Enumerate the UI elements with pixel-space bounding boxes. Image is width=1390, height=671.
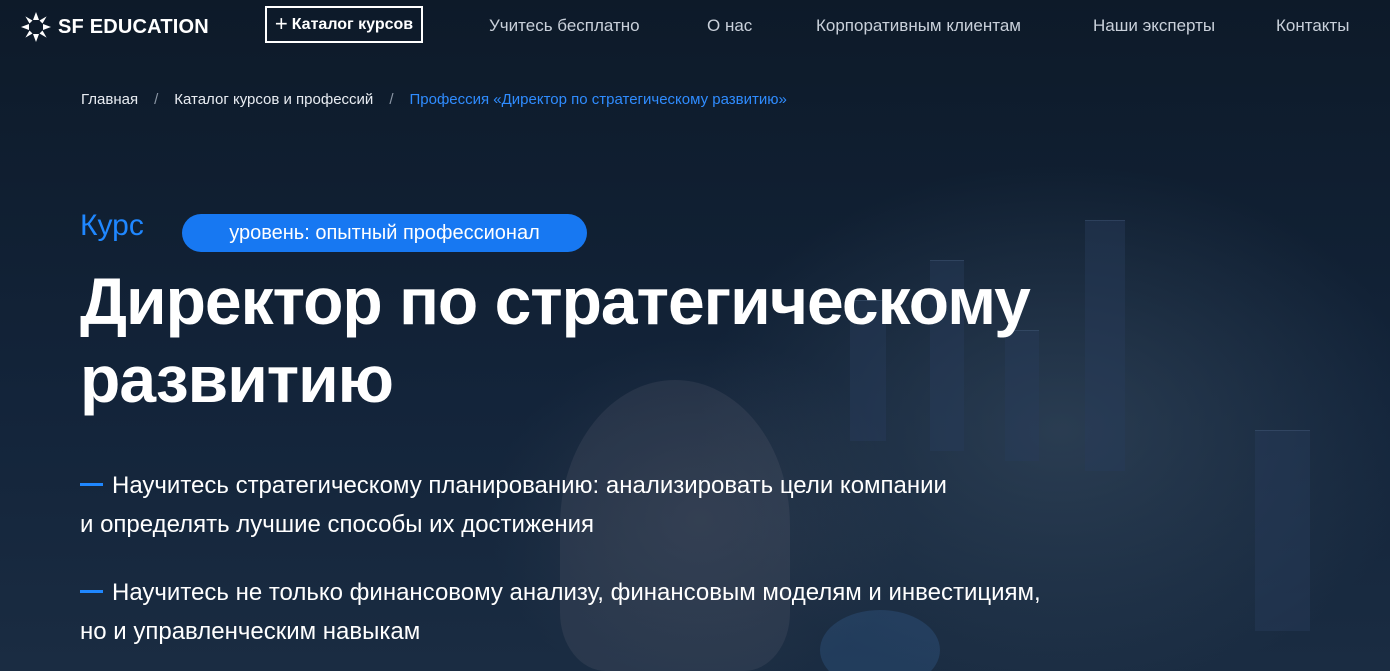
benefit-text-line2: но и управленческим навыкам	[80, 618, 421, 645]
nav-item-experts[interactable]: Наши эксперты	[1093, 16, 1215, 36]
nav-item-free-learning[interactable]: Учитесь бесплатно	[489, 16, 640, 36]
dash-icon	[80, 590, 103, 594]
breadcrumb-separator: /	[154, 91, 159, 108]
nav-item-about[interactable]: О нас	[707, 16, 752, 36]
logo-text: SF EDUCATION	[58, 15, 209, 38]
bg-chart-bar	[1085, 220, 1125, 471]
logo-icon	[21, 12, 51, 42]
plus-icon: +	[274, 10, 288, 36]
site-header: SF EDUCATION + Каталог курсов Учитесь бе…	[0, 0, 1390, 54]
breadcrumb-separator: /	[389, 91, 394, 108]
breadcrumb-current: Профессия «Директор по стратегическому р…	[409, 91, 787, 108]
page-title-line2: развитию	[80, 342, 394, 416]
level-badge: уровень: опытный профессионал	[182, 214, 587, 252]
catalog-button[interactable]: + Каталог курсов	[265, 6, 423, 43]
course-type-label: Курс	[80, 209, 144, 242]
benefit-text-line1: Научитесь стратегическому планированию: …	[112, 472, 947, 499]
nav-item-corporate[interactable]: Корпоративным клиентам	[816, 16, 1021, 36]
catalog-button-label: Каталог курсов	[291, 15, 414, 33]
breadcrumb: Главная / Каталог курсов и профессий / П…	[81, 91, 787, 108]
logo[interactable]: SF EDUCATION	[20, 11, 209, 43]
dash-icon	[80, 483, 103, 487]
nav-item-contacts[interactable]: Контакты	[1276, 16, 1349, 36]
page-title: Директор по стратегическому развитию	[80, 262, 1080, 418]
bg-chart-bar	[1255, 430, 1310, 631]
breadcrumb-catalog[interactable]: Каталог курсов и профессий	[174, 91, 373, 108]
benefit-item: Научитесь не только финансовому анализу,…	[80, 573, 1140, 651]
benefit-text-line1: Научитесь не только финансовому анализу,…	[112, 579, 1041, 606]
breadcrumb-home[interactable]: Главная	[81, 91, 138, 108]
benefit-item: Научитесь стратегическому планированию: …	[80, 466, 1140, 544]
page-title-line1: Директор по стратегическому	[80, 264, 1031, 338]
benefit-text-line2: и определять лучшие способы их достижени…	[80, 511, 594, 538]
